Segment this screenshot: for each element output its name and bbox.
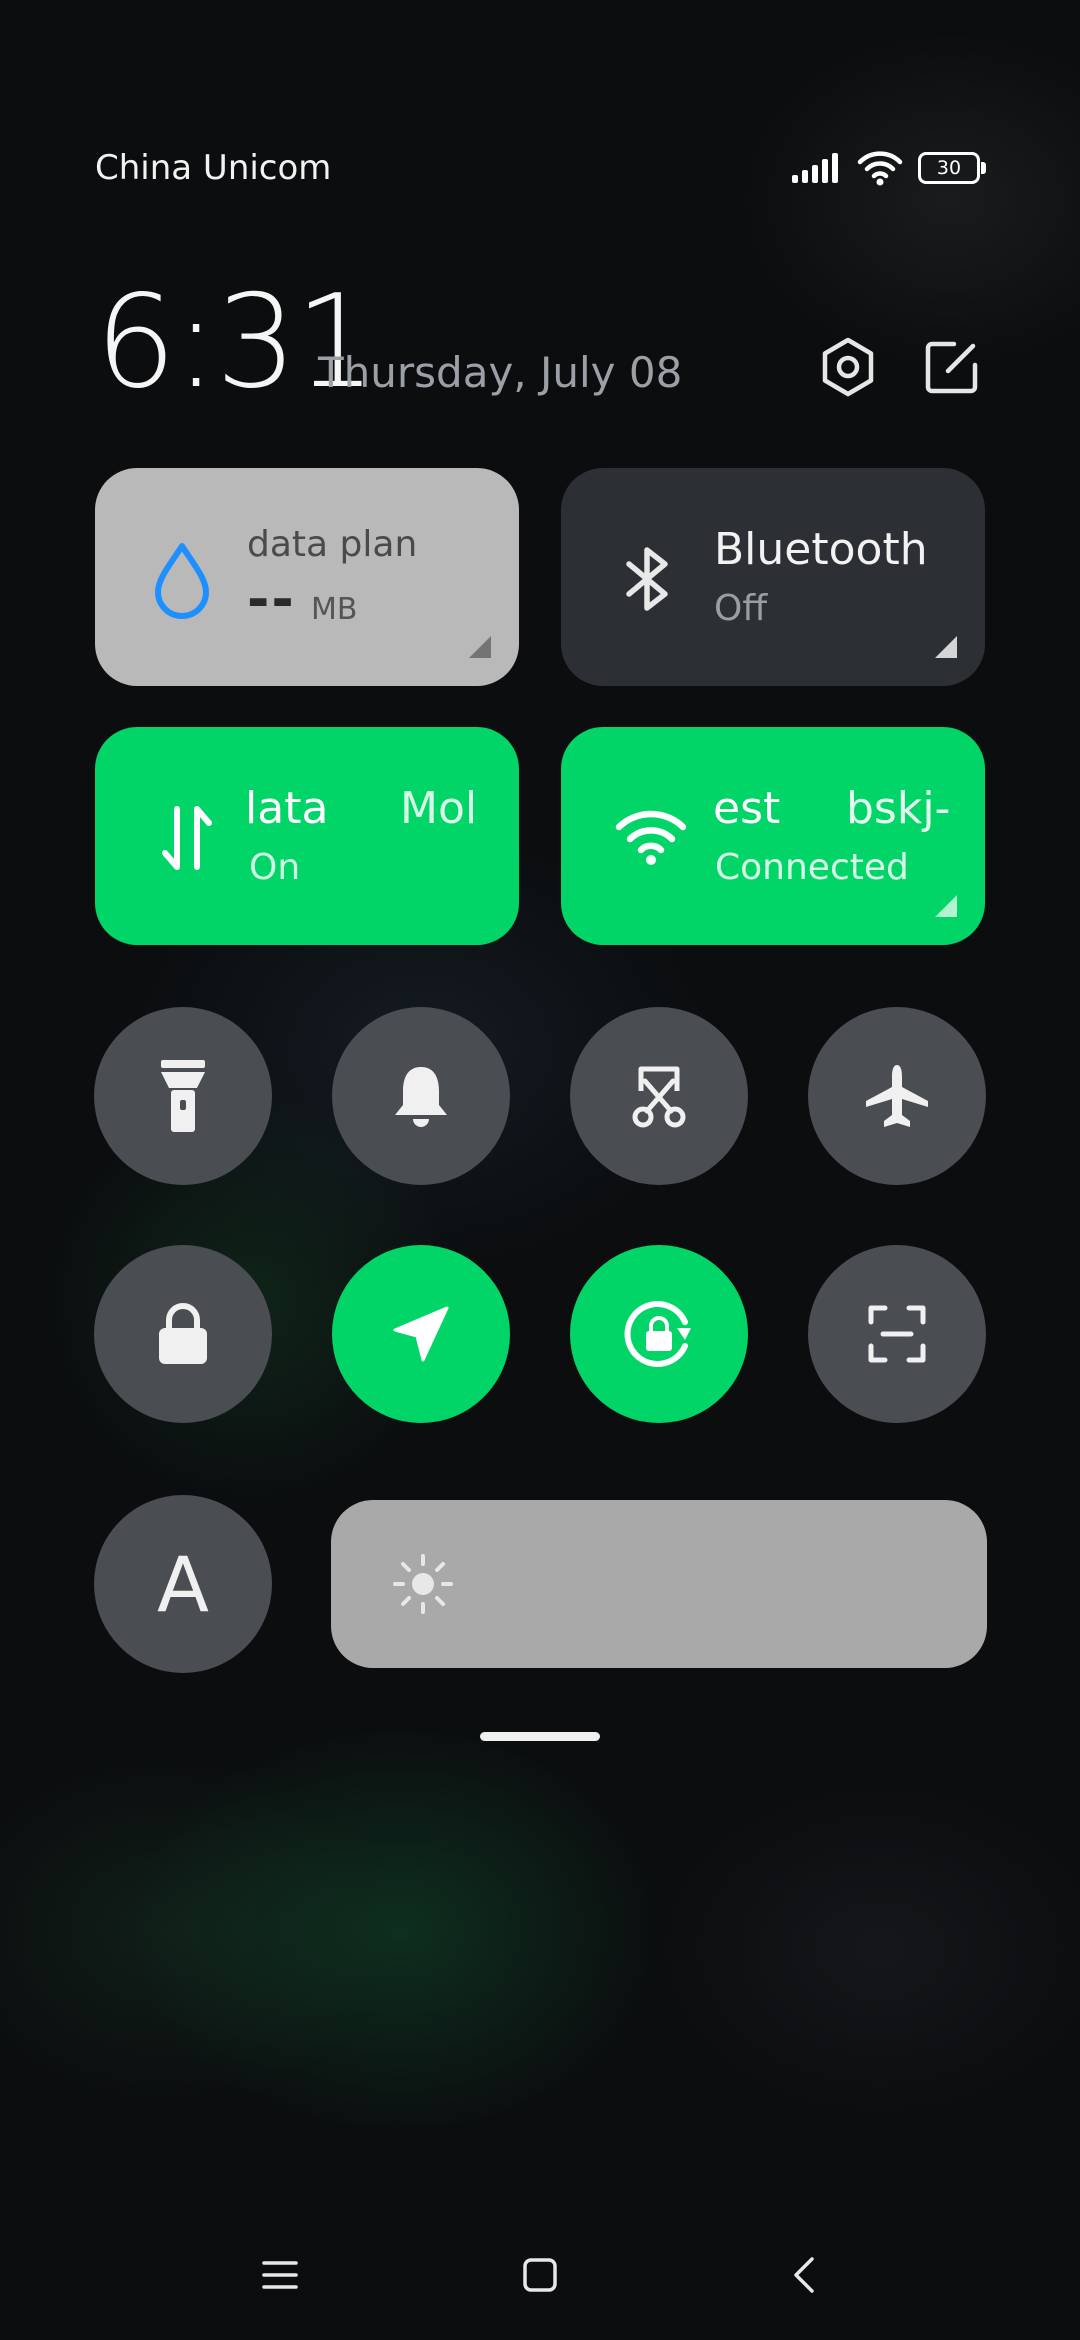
rotation-lock-icon bbox=[624, 1301, 691, 1367]
wifi-title-left: est bbox=[713, 783, 781, 834]
expand-corner-icon bbox=[935, 636, 957, 658]
signal-bars-icon bbox=[792, 153, 838, 183]
auto-brightness-label: A bbox=[157, 1539, 209, 1629]
brightness-slider[interactable] bbox=[331, 1500, 987, 1668]
clock-date: Thursday, July 08 bbox=[318, 348, 683, 397]
bluetooth-icon bbox=[626, 547, 668, 611]
wifi-icon bbox=[857, 151, 903, 186]
edit-icon[interactable] bbox=[920, 335, 984, 399]
scanner-toggle[interactable] bbox=[808, 1245, 986, 1423]
expand-corner-icon bbox=[935, 895, 957, 917]
airplane-mode-toggle[interactable] bbox=[808, 1007, 986, 1185]
scissors-screenshot-icon bbox=[632, 1066, 686, 1128]
menu-button[interactable] bbox=[245, 2240, 315, 2310]
data-plan-tile[interactable]: data plan -- MB bbox=[95, 468, 519, 686]
location-toggle[interactable] bbox=[332, 1245, 510, 1423]
sun-icon bbox=[393, 1554, 453, 1614]
mobile-data-status: On bbox=[249, 847, 301, 888]
bell-icon bbox=[395, 1067, 447, 1127]
airplane-icon bbox=[866, 1065, 928, 1127]
data-plan-unit: MB bbox=[311, 592, 358, 627]
lock-screen-toggle[interactable] bbox=[94, 1245, 272, 1423]
data-arrows-icon bbox=[162, 806, 212, 870]
screenshot-toggle[interactable] bbox=[570, 1007, 748, 1185]
wifi-icon bbox=[615, 810, 687, 865]
auto-brightness-toggle[interactable]: A bbox=[94, 1495, 272, 1673]
menu-icon bbox=[262, 2261, 298, 2289]
settings-gear-icon[interactable] bbox=[816, 335, 880, 399]
carrier-name: China Unicom bbox=[95, 148, 332, 188]
bluetooth-title: Bluetooth bbox=[714, 524, 928, 575]
lock-icon bbox=[159, 1303, 207, 1364]
data-plan-value: -- bbox=[247, 568, 296, 631]
bluetooth-tile[interactable]: Bluetooth Off bbox=[561, 468, 985, 686]
panel-handle[interactable] bbox=[480, 1732, 600, 1741]
wifi-tile[interactable]: est bskj- Connected bbox=[561, 727, 985, 945]
battery-indicator: 30 bbox=[918, 152, 986, 184]
data-plan-title: data plan bbox=[247, 524, 418, 565]
mobile-data-title-right: Mol bbox=[400, 783, 478, 834]
bluetooth-status: Off bbox=[714, 588, 768, 629]
expand-corner-icon bbox=[469, 636, 491, 658]
water-drop-icon bbox=[155, 543, 209, 619]
rotation-lock-toggle[interactable] bbox=[570, 1245, 748, 1423]
flashlight-icon bbox=[161, 1060, 205, 1132]
home-button[interactable] bbox=[505, 2240, 575, 2310]
wifi-title-right: bskj- bbox=[846, 783, 951, 834]
back-chevron-icon bbox=[794, 2257, 814, 2293]
scan-frame-icon bbox=[868, 1305, 926, 1363]
home-square-icon bbox=[523, 2258, 557, 2292]
status-icons: 30 bbox=[792, 150, 986, 186]
wifi-status: Connected bbox=[715, 847, 909, 888]
back-button[interactable] bbox=[768, 2240, 838, 2310]
location-arrow-icon bbox=[393, 1306, 449, 1362]
mobile-data-tile[interactable]: lata Mol On bbox=[95, 727, 519, 945]
silent-toggle[interactable] bbox=[332, 1007, 510, 1185]
mobile-data-title-left: lata bbox=[245, 783, 329, 834]
flashlight-toggle[interactable] bbox=[94, 1007, 272, 1185]
